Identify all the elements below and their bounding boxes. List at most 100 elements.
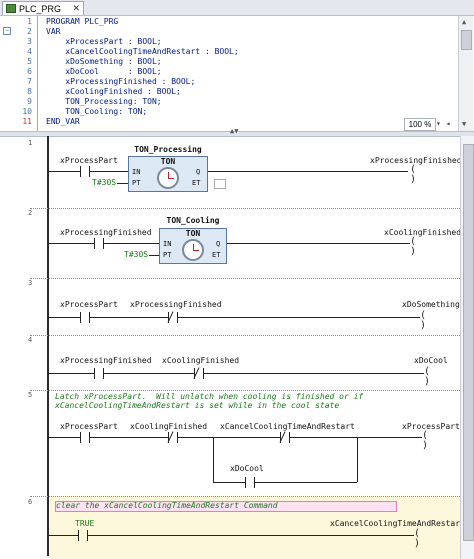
network-separator — [30, 335, 474, 336]
negated-contact-xprocessingfinished[interactable] — [168, 312, 178, 323]
code-line[interactable]: VAR — [46, 27, 60, 36]
coil-label[interactable]: xCoolingFinished — [384, 228, 461, 237]
contact-xprocesspart[interactable] — [80, 312, 90, 323]
contact-true[interactable] — [78, 530, 88, 541]
network-comment[interactable]: clear the xCancelCoolingTimeAndRestart C… — [56, 501, 278, 510]
network-number: 1 — [28, 139, 33, 147]
pin-pt: PT — [132, 179, 141, 187]
fb-instance-name[interactable]: TON_Processing — [128, 145, 208, 154]
contact-xprocessingfinished[interactable] — [94, 238, 104, 249]
line-number: 4 — [27, 47, 32, 56]
declaration-scrollbar[interactable]: ▲ ▼ — [458, 16, 473, 131]
ton-processing-block[interactable]: TON IN PT Q ET — [128, 156, 208, 192]
line-number: 10 — [22, 107, 32, 116]
ladder-scrollbar[interactable] — [460, 136, 474, 559]
negated-contact-xcancelcoolingtimeandrestart[interactable] — [280, 432, 290, 443]
coil-xprocesspart[interactable]: ( ) — [422, 431, 434, 451]
contact-label[interactable]: xCoolingFinished — [130, 422, 207, 431]
contact-label[interactable]: xProcessingFinished — [60, 228, 152, 237]
pin-et: ET — [192, 179, 201, 187]
declaration-editor[interactable]: − 1 2 3 4 5 6 7 8 9 10 11 PROGRAM PLC_PRG VAR xProc… — [0, 16, 474, 131]
network-number: 2 — [28, 209, 33, 217]
coil-xdosomething[interactable]: ( ) — [420, 311, 432, 331]
contact-label[interactable]: xProcessPart — [60, 156, 118, 165]
pt-value[interactable]: T#30S — [124, 250, 148, 259]
pin-et: ET — [212, 251, 221, 259]
ton-cooling-block[interactable]: TON IN PT Q ET — [159, 228, 227, 264]
network-comment[interactable]: xCancelCoolingTimeAndRestart is set whil… — [55, 401, 339, 410]
code-line[interactable]: END_VAR — [46, 117, 80, 126]
coil-label[interactable]: xDoCool — [414, 356, 448, 365]
contact-xdocool[interactable] — [245, 477, 255, 488]
code-line[interactable]: xCancelCoolingTimeAndRestart : BOOL; — [46, 47, 238, 56]
contact-label[interactable]: xProcessPart — [60, 422, 118, 431]
editor-tabbar: PLC_PRG ✕ — [0, 0, 474, 16]
coil-label[interactable]: xCancelCoolingTimeAndRestart — [330, 519, 465, 528]
contact-label[interactable]: xDoCool — [230, 464, 264, 473]
coil-xdocool[interactable]: ( ) — [424, 367, 436, 387]
close-icon[interactable]: ✕ — [72, 3, 80, 14]
pin-in: IN — [132, 168, 141, 176]
scroll-up-icon[interactable]: ▲ — [462, 18, 466, 26]
line-number-gutter: − 1 2 3 4 5 6 7 8 9 10 11 — [0, 16, 40, 131]
contact-label[interactable]: xProcessingFinished — [130, 300, 222, 309]
line-number: 8 — [27, 87, 32, 96]
splitter-arrows-icon[interactable]: ▲▼ — [230, 127, 238, 135]
code-line[interactable]: xDoCool : BOOL; — [46, 67, 161, 76]
network-comment[interactable]: Latch xProcessPart. Will unlatch when co… — [55, 392, 363, 401]
contact-label[interactable]: xCoolingFinished — [162, 356, 239, 365]
contact-xprocesspart[interactable] — [80, 166, 90, 177]
pin-q: Q — [216, 240, 221, 248]
contact-label[interactable]: xProcessPart — [60, 300, 118, 309]
code-line[interactable]: PROGRAM PLC_PRG — [46, 17, 118, 26]
code-line[interactable]: xProcessPart : BOOL; — [46, 37, 161, 46]
network-separator — [30, 496, 474, 497]
zoom-dropdown-icon[interactable]: ▾ ◂ — [436, 119, 450, 128]
negated-contact-xcoolingfinished[interactable] — [168, 432, 178, 443]
code-line[interactable]: TON_Processing: TON; — [46, 97, 161, 106]
ladder-editor[interactable]: 1 xProcessPart TON_Processing TON IN PT … — [0, 136, 474, 559]
contact-xprocesspart[interactable] — [80, 432, 90, 443]
network-number: 3 — [28, 279, 33, 287]
scroll-down-icon[interactable]: ▼ — [462, 120, 466, 128]
coil-xcancelcoolingtimeandrestart[interactable]: ( ) — [414, 529, 426, 549]
code-line[interactable]: xProcessingFinished : BOOL; — [46, 77, 195, 86]
pt-value[interactable]: T#30S — [92, 178, 116, 187]
tab-plc-prg[interactable]: PLC_PRG ✕ — [2, 1, 84, 15]
negated-contact-xcoolingfinished[interactable] — [194, 368, 204, 379]
line-number: 11 — [22, 117, 32, 126]
line-number: 6 — [27, 67, 32, 76]
coil-label[interactable]: xProcessPart — [402, 422, 460, 431]
line-number: 7 — [27, 77, 32, 86]
code-line[interactable]: xCoolingFinished : BOOL; — [46, 87, 181, 96]
contact-label[interactable]: xProcessingFinished — [60, 356, 152, 365]
code-line[interactable]: xDoSomething : BOOL; — [46, 57, 161, 66]
network-separator — [30, 208, 474, 209]
contact-label[interactable]: xCancelCoolingTimeAndRestart — [220, 422, 355, 431]
timer-clock-icon — [182, 239, 204, 261]
pin-in: IN — [163, 240, 172, 248]
network-number: 6 — [28, 498, 33, 506]
line-number: 3 — [27, 37, 32, 46]
coil-label[interactable]: xDoSomething — [402, 300, 460, 309]
pin-pt: PT — [163, 251, 172, 259]
line-number: 1 — [27, 17, 32, 26]
network-separator — [30, 278, 474, 279]
zoom-select[interactable]: 100 % — [404, 118, 436, 131]
fb-type: TON — [160, 157, 176, 166]
line-number: 9 — [27, 97, 32, 106]
contact-label[interactable]: TRUE — [75, 519, 94, 528]
network-number: 5 — [28, 391, 33, 399]
code-line[interactable]: TON_Cooling: TON; — [46, 107, 147, 116]
scroll-thumb[interactable] — [463, 144, 474, 541]
coil-xcoolingfinished[interactable]: ( ) — [410, 237, 422, 257]
line-number: 5 — [27, 57, 32, 66]
contact-xprocessingfinished[interactable] — [94, 368, 104, 379]
et-output-box[interactable] — [214, 179, 226, 189]
network-separator — [30, 390, 474, 391]
fb-type: TON — [185, 229, 201, 238]
coil-xprocessingfinished[interactable]: ( ) — [410, 165, 422, 185]
fb-instance-name[interactable]: TON_Cooling — [159, 216, 227, 225]
pin-q: Q — [196, 168, 201, 176]
scroll-thumb[interactable] — [461, 30, 472, 50]
